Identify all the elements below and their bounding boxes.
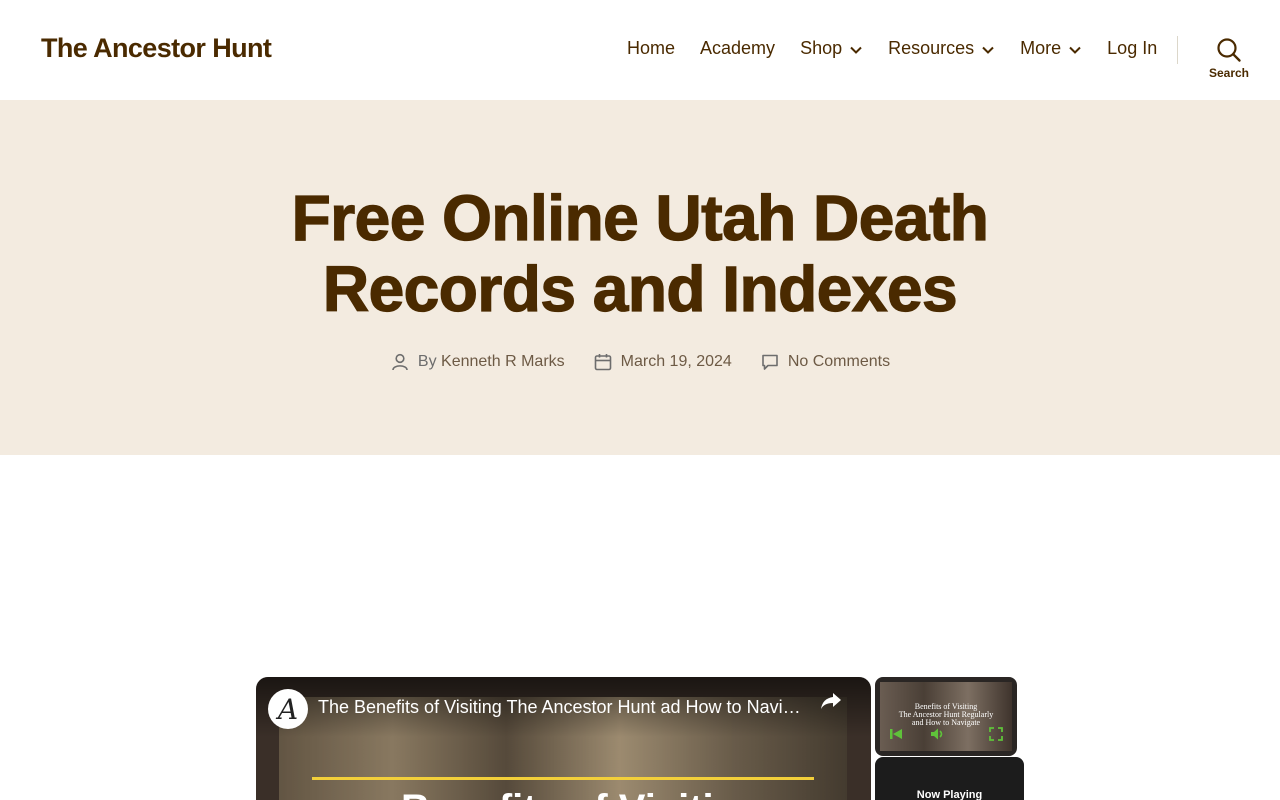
fullscreen-icon[interactable] [989,727,1003,741]
share-icon[interactable] [819,689,843,713]
search-label: Search [1208,66,1250,80]
date-link[interactable]: March 19, 2024 [621,353,732,371]
site-title[interactable]: The Ancestor Hunt [41,33,272,64]
nav-item-academy[interactable]: Academy [700,38,775,59]
channel-logo[interactable]: A [268,689,308,729]
author-prefix: By [417,353,437,370]
nav-item-label: Shop [800,38,843,58]
nav-item-resources[interactable]: Resources [888,38,995,59]
chevron-down-icon [1069,46,1081,54]
comments-link[interactable]: No Comments [788,353,890,371]
post-date: March 19, 2024 [593,352,732,372]
volume-icon[interactable] [930,727,944,741]
post-meta: By Kenneth R Marks March 19, 2024 No Com… [0,352,1280,372]
title-underline [312,777,814,780]
chevron-down-icon [982,46,994,54]
nav-item-label: Academy [700,38,776,58]
nav-item-label: Home [627,38,676,58]
search-icon [1217,38,1241,62]
header-divider [1177,36,1178,64]
calendar-icon [594,354,611,371]
nav-item-shop[interactable]: Shop [800,38,863,59]
nav-item-login[interactable]: Log In [1107,38,1157,59]
site-header: The Ancestor Hunt Home Academy Shop Reso… [0,0,1280,100]
nav-item-label: Resources [888,38,975,58]
post-comments: No Comments [760,352,890,372]
post-title: Free Online Utah Death Records and Index… [0,182,1280,325]
user-icon [392,353,408,371]
nav-item-home[interactable]: Home [627,38,675,59]
author-link[interactable]: Kenneth R Marks [441,353,565,371]
chevron-down-icon [850,46,862,54]
comment-icon [762,354,778,370]
video-title[interactable]: The Benefits of Visiting The Ancestor Hu… [318,697,808,718]
post-title-line: Free Online Utah Death [291,182,989,254]
nav-item-more[interactable]: More [1020,38,1082,59]
post-author: By Kenneth R Marks [390,352,565,372]
nav-item-label: Log In [1107,38,1158,58]
thumb-text-line: and How to Navigate [911,718,981,727]
post-title-line: Records and Indexes [322,253,958,325]
video-overlay-text: Benefits of Visiting [401,787,763,800]
search-button[interactable]: Search [1205,37,1253,80]
now-playing-label: Now Playing [916,789,983,800]
video-player[interactable]: A The Benefits of Visiting The Ancestor … [256,677,871,800]
playlist-thumbnail[interactable]: Benefits of Visiting The Ancestor Hunt R… [875,677,1017,756]
skip-back-icon[interactable] [889,727,903,741]
now-playing-card[interactable]: Now Playing [875,757,1024,800]
playlist-thumbnail-text: Benefits of Visiting The Ancestor Hunt R… [880,703,1012,727]
primary-nav: Home Academy Shop Resources More Log In [627,38,1157,59]
post-header: Free Online Utah Death Records and Index… [0,100,1280,455]
nav-item-label: More [1020,38,1062,58]
